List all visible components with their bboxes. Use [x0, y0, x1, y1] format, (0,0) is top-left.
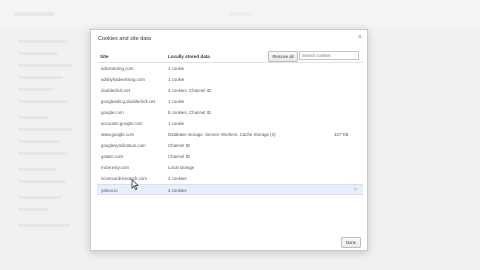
mouse-cursor-icon [131, 179, 139, 190]
list-item[interactable]: mizeresty.com Local storage [97, 162, 363, 173]
bg-settings-line [18, 208, 48, 211]
bg-settings-line [18, 224, 70, 227]
site-size: 327 KB [334, 132, 349, 137]
bg-settings-line [18, 88, 53, 91]
settings-search-placeholder [230, 12, 252, 16]
list-item[interactable]: googlesyndication.com Channel ID [97, 140, 363, 151]
close-icon[interactable]: × [358, 34, 362, 42]
site-name: mizeresty.com [101, 165, 129, 170]
site-name: googlesyndication.com [101, 143, 146, 148]
settings-header [0, 0, 480, 26]
bg-settings-line [18, 76, 63, 79]
bg-settings-line [18, 116, 48, 119]
site-name: www.google.com [101, 132, 135, 137]
column-header-site: Site [100, 54, 109, 59]
done-button[interactable]: Done [341, 237, 361, 248]
site-data: 1 cookie [168, 77, 185, 82]
bg-settings-line [18, 64, 73, 67]
column-header-data: Locally stored data [168, 54, 210, 59]
site-data: 1 cookie [168, 121, 185, 126]
bg-settings-line [18, 140, 60, 143]
site-name: adsbyhadvertsing.com [101, 77, 145, 82]
list-item[interactable]: adsbyhadvertsing.com 1 cookie [97, 74, 363, 85]
bg-settings-line [18, 40, 68, 43]
list-item[interactable]: doubleclick.net 3 cookies, Channel ID [97, 85, 363, 96]
site-name: googleads.g.doubleclick.net [101, 99, 156, 104]
list-item[interactable]: www.google.com Database storage, Service… [97, 129, 363, 140]
site-data: Local storage [168, 165, 195, 170]
remove-all-button[interactable]: Remove all [268, 51, 298, 62]
cookies-dialog: Cookies and site data × Site Locally sto… [90, 29, 368, 251]
settings-title-placeholder [14, 12, 54, 16]
list-item[interactable]: accounts.google.com 1 cookie [97, 118, 363, 129]
site-name: gstatic.com [101, 154, 124, 159]
site-data: 1 cookie [168, 66, 185, 71]
list-item[interactable]: google.com 5 cookies, Channel ID [97, 107, 363, 118]
bg-settings-line [18, 180, 66, 183]
site-data: 2 cookies [168, 176, 187, 181]
dialog-title: Cookies and site data [98, 36, 151, 42]
site-data: 3 cookies, Channel ID [168, 88, 211, 93]
remove-item-icon[interactable]: × [354, 187, 357, 193]
site-name: doubleclick.net [101, 88, 131, 93]
site-data: Channel ID [168, 143, 190, 148]
bg-settings-line [18, 168, 56, 171]
cookie-list: adcentering.com 1 cookie adsbyhadvertsin… [97, 62, 363, 235]
site-name: adcentering.com [101, 66, 134, 71]
list-item[interactable]: adcentering.com 1 cookie [97, 63, 363, 74]
bg-settings-line [18, 196, 62, 199]
list-item[interactable]: googleads.g.doubleclick.net 1 cookie [97, 96, 363, 107]
bg-settings-line [18, 128, 73, 131]
search-cookies-input[interactable] [299, 51, 359, 60]
bg-settings-line [18, 52, 58, 55]
bg-settings-line [18, 152, 68, 155]
site-data: 1 cookie [168, 99, 185, 104]
site-name: scorecardresearch.com [101, 176, 147, 181]
site-data: 2 cookies [168, 188, 187, 193]
site-name: yahoo.io [101, 188, 118, 193]
site-name: accounts.google.com [101, 121, 143, 126]
site-data: 5 cookies, Channel ID [168, 110, 211, 115]
bg-settings-line [18, 100, 68, 103]
list-item[interactable]: gstatic.com Channel ID [97, 151, 363, 162]
site-data: Database storage, Service Workers, Cache… [168, 132, 276, 137]
site-data: Channel ID [168, 154, 190, 159]
site-name: google.com [101, 110, 124, 115]
